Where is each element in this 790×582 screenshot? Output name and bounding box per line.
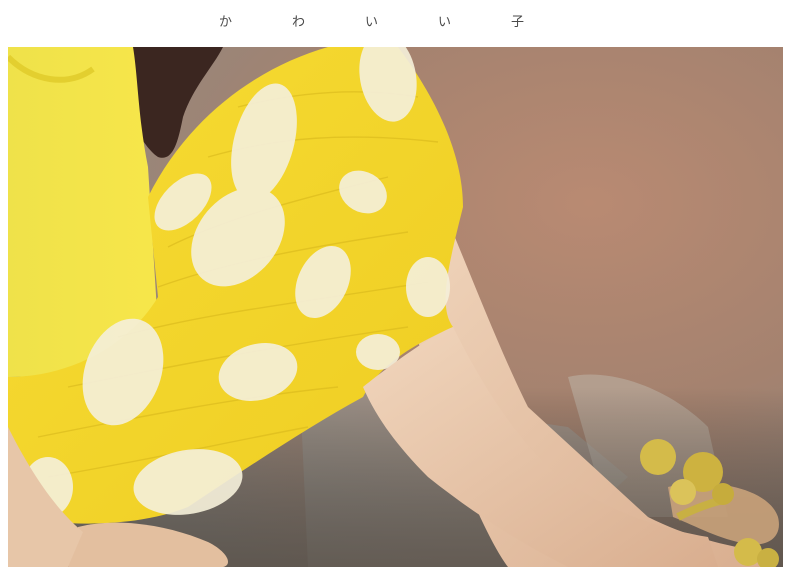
title-char-ko: 子 — [511, 15, 525, 30]
title-char-wa: わ — [292, 15, 306, 30]
photo — [8, 47, 783, 567]
photo-illustration — [8, 47, 783, 567]
title-char-i-1: い — [365, 15, 379, 30]
title-char-i-2: い — [438, 15, 452, 30]
title-char-ka: か — [219, 15, 233, 30]
page-title: か わ い い 子 — [0, 0, 790, 47]
page: か わ い い 子 — [0, 0, 790, 582]
